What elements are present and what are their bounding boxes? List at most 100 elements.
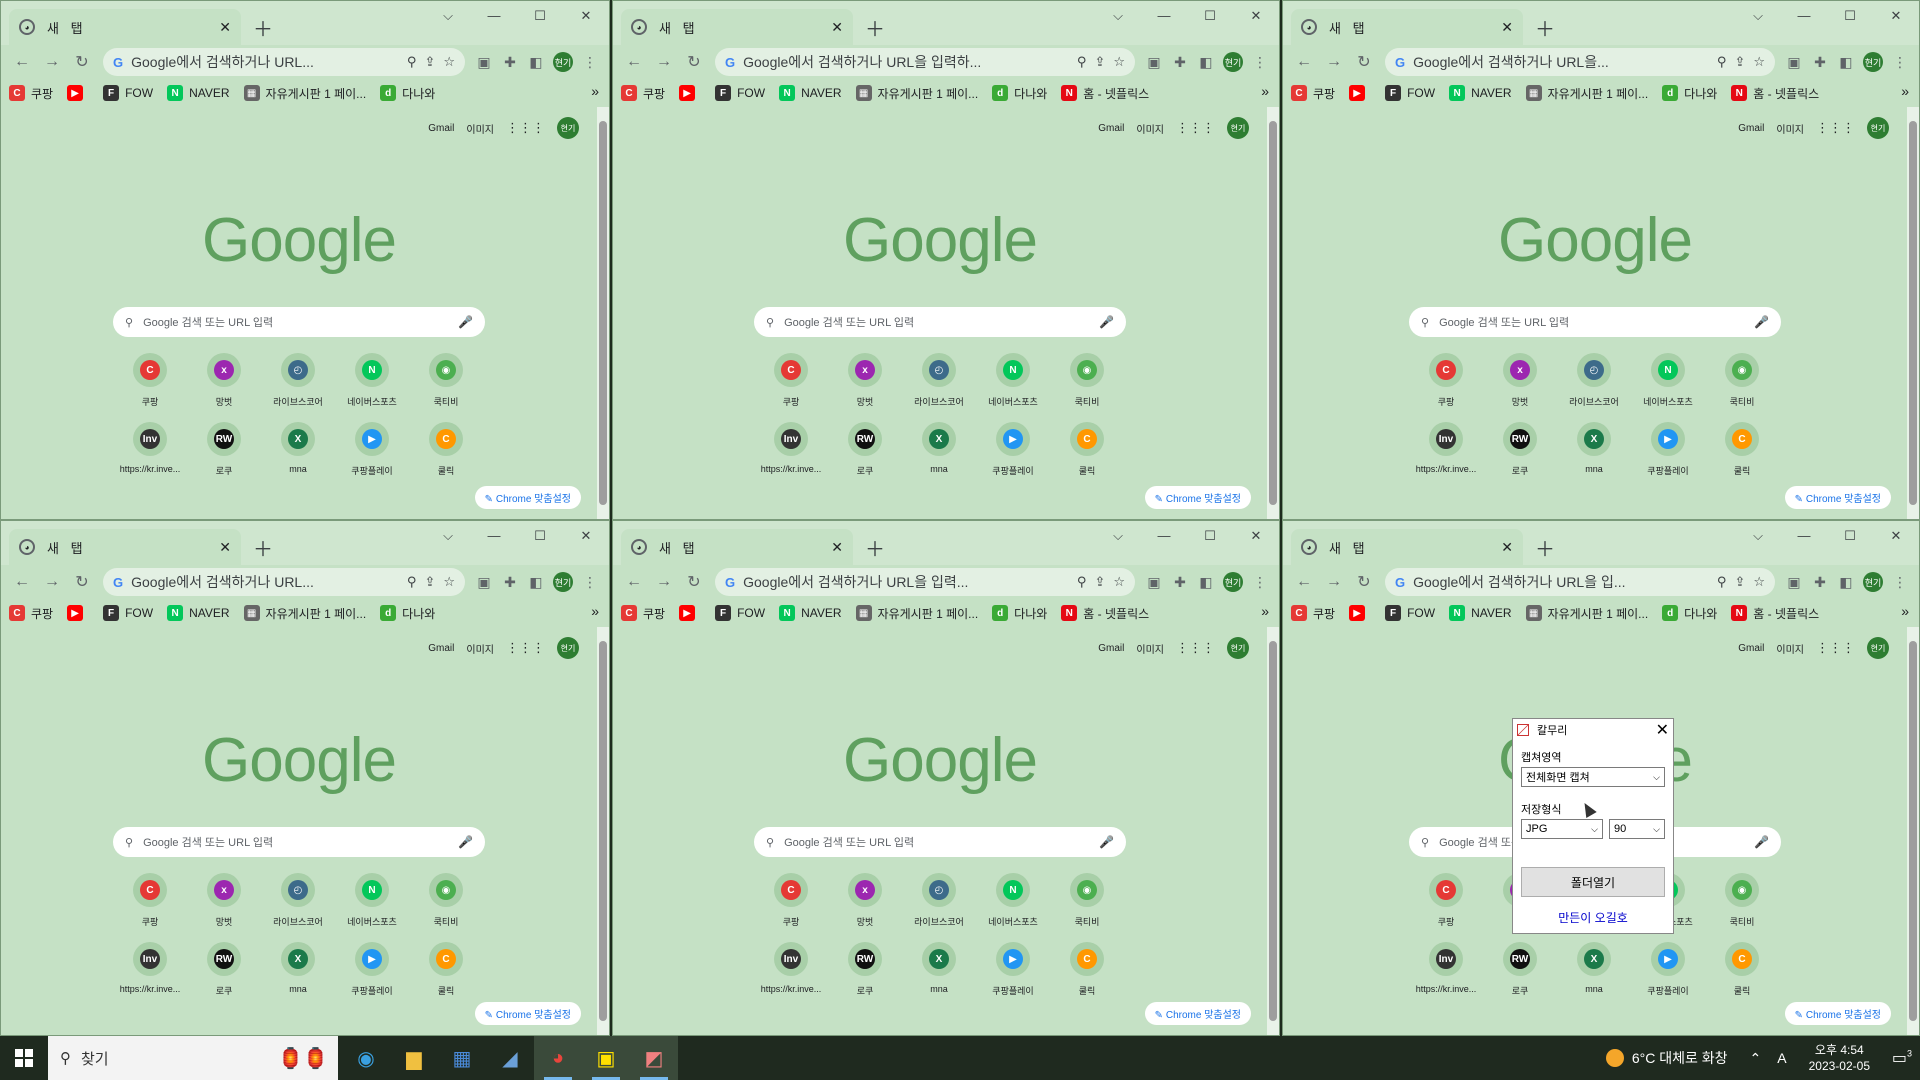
shortcut-tile[interactable]: N 네이버스포츠 (1631, 353, 1705, 408)
scrollbar-thumb[interactable] (599, 121, 607, 505)
back-icon[interactable]: ← (7, 53, 37, 71)
search-input[interactable]: ⚲ Google 검색 또는 URL 입력 🎤 (754, 307, 1126, 337)
shortcut-tile[interactable]: ▶ 쿠팡플레이 (335, 422, 409, 477)
chevron-down-icon[interactable]: ⌵ (1095, 521, 1141, 551)
star-icon[interactable]: ☆ (1113, 574, 1125, 590)
scrollbar[interactable] (1267, 627, 1279, 1035)
bookmark-item[interactable]: C 쿠팡 (1291, 605, 1335, 622)
microphone-icon[interactable]: 🎤 (458, 835, 473, 849)
side-panel-icon[interactable]: ◧ (1193, 574, 1219, 591)
bookmark-item[interactable]: ▦ 자유게시판 1 페이... (1525, 85, 1648, 102)
extension-app-icon[interactable]: ▣ (471, 54, 497, 71)
bookmark-item[interactable]: d 다나와 (1662, 605, 1717, 622)
apps-grid-icon[interactable]: ⋮⋮⋮ (506, 640, 545, 656)
close-window-button[interactable]: ✕ (1873, 1, 1919, 31)
shortcut-tile[interactable]: X mna (261, 942, 335, 997)
address-bar[interactable]: G Google에서 검색하거나 URL... ⚲ ⇪ ☆ (103, 568, 465, 596)
forward-icon[interactable]: → (1319, 573, 1349, 591)
profile-avatar[interactable]: 현기 (553, 572, 573, 592)
menu-icon[interactable]: ⋮ (577, 574, 603, 591)
profile-avatar[interactable]: 현기 (1863, 572, 1883, 592)
edge-taskbar-icon[interactable]: ◉ (342, 1036, 390, 1080)
shortcut-tile[interactable]: x 망벗 (828, 873, 902, 928)
capture-titlebar[interactable]: 칼무리 ✕ (1513, 719, 1673, 741)
shortcut-tile[interactable]: C 쿨릭 (1705, 422, 1779, 477)
bookmark-item[interactable]: C 쿠팡 (1291, 85, 1335, 102)
close-window-button[interactable]: ✕ (1233, 1, 1279, 31)
new-tab-button[interactable]: ＋ (253, 533, 273, 562)
scrollbar[interactable] (1907, 627, 1919, 1035)
shortcut-tile[interactable]: ◉ 쿡티비 (1705, 353, 1779, 408)
maximize-button[interactable]: ☐ (1187, 521, 1233, 551)
bookmark-item[interactable]: N 홈 - 넷플릭스 (1731, 605, 1819, 622)
shortcut-tile[interactable]: C 쿠팡 (754, 873, 828, 928)
share-icon[interactable]: ⇪ (1734, 574, 1745, 590)
close-window-button[interactable]: ✕ (1873, 521, 1919, 551)
side-panel-icon[interactable]: ◧ (1833, 54, 1859, 71)
scrollbar[interactable] (597, 627, 609, 1035)
zoom-icon[interactable]: ⚲ (1077, 54, 1087, 70)
gmail-link[interactable]: Gmail (1098, 123, 1124, 134)
maximize-button[interactable]: ☐ (1187, 1, 1233, 31)
close-tab-icon[interactable]: ✕ (219, 539, 231, 556)
address-bar[interactable]: G Google에서 검색하거나 URL... ⚲ ⇪ ☆ (103, 48, 465, 76)
close-tab-icon[interactable]: ✕ (831, 539, 843, 556)
microphone-icon[interactable]: 🎤 (458, 315, 473, 329)
shortcut-tile[interactable]: C 쿨릭 (1050, 422, 1124, 477)
minimize-button[interactable]: — (1141, 1, 1187, 31)
shortcut-tile[interactable]: x 망벗 (828, 353, 902, 408)
bookmark-item[interactable]: N 홈 - 넷플릭스 (1731, 85, 1819, 102)
minimize-button[interactable]: — (471, 521, 517, 551)
browser-window[interactable]: ◕ 새 탭 ✕ ＋ ⌵ — ☐ ✕ ← → ↻ G Google에서 검색하거나… (612, 0, 1280, 520)
shortcut-tile[interactable]: C 쿨릭 (1050, 942, 1124, 997)
apps-grid-icon[interactable]: ⋮⋮⋮ (506, 120, 545, 136)
chevron-right-icon[interactable]: » (1901, 83, 1909, 99)
star-icon[interactable]: ☆ (1113, 54, 1125, 70)
forward-icon[interactable]: → (1319, 53, 1349, 71)
forward-icon[interactable]: → (649, 573, 679, 591)
chevron-down-icon[interactable]: ⌵ (1735, 521, 1781, 551)
bookmark-item[interactable]: N NAVER (167, 85, 230, 101)
shortcut-tile[interactable]: Inv https://kr.inve... (754, 942, 828, 997)
close-window-button[interactable]: ✕ (563, 1, 609, 31)
zoom-icon[interactable]: ⚲ (1717, 54, 1727, 70)
scrollbar[interactable] (1267, 107, 1279, 519)
customize-chrome-button[interactable]: ✎ Chrome 맞춤설정 (474, 486, 581, 509)
shortcut-tile[interactable]: ▶ 쿠팡플레이 (976, 422, 1050, 477)
bookmark-item[interactable]: ▶ (1349, 85, 1371, 101)
search-input[interactable]: ⚲ Google 검색 또는 URL 입력 🎤 (113, 307, 485, 337)
star-icon[interactable]: ☆ (1753, 54, 1765, 70)
shortcut-tile[interactable]: Inv https://kr.inve... (1409, 422, 1483, 477)
start-button[interactable] (0, 1036, 48, 1080)
chevron-right-icon[interactable]: » (1261, 83, 1269, 99)
shortcut-tile[interactable]: C 쿠팡 (1409, 353, 1483, 408)
avatar[interactable]: 현기 (1227, 117, 1249, 139)
avatar[interactable]: 현기 (557, 117, 579, 139)
ime-indicator[interactable]: A (1777, 1050, 1786, 1066)
shortcut-tile[interactable]: X mna (1557, 942, 1631, 997)
search-input[interactable]: ⚲ Google 검색 또는 URL 입력 🎤 (113, 827, 485, 857)
window-titlebar[interactable]: ◕ 새 탭 ✕ ＋ ⌵ — ☐ ✕ (1, 1, 609, 45)
extension-app-icon[interactable]: ▣ (1141, 54, 1167, 71)
profile-avatar[interactable]: 현기 (1223, 52, 1243, 72)
shortcut-tile[interactable]: ▶ 쿠팡플레이 (1631, 942, 1705, 997)
bookmark-item[interactable]: d 다나와 (992, 605, 1047, 622)
avatar[interactable]: 현기 (1227, 637, 1249, 659)
shortcut-tile[interactable]: Inv https://kr.inve... (113, 422, 187, 477)
shortcut-tile[interactable]: ▶ 쿠팡플레이 (1631, 422, 1705, 477)
browser-window[interactable]: ◕ 새 탭 ✕ ＋ ⌵ — ☐ ✕ ← → ↻ G Google에서 검색하거나… (612, 520, 1280, 1036)
profile-avatar[interactable]: 현기 (553, 52, 573, 72)
bookmark-item[interactable]: d 다나와 (380, 85, 435, 102)
menu-icon[interactable]: ⋮ (577, 54, 603, 71)
shortcut-tile[interactable]: C 쿠팡 (113, 873, 187, 928)
scrollbar-thumb[interactable] (1269, 121, 1277, 505)
shortcut-tile[interactable]: ◉ 쿡티비 (409, 353, 483, 408)
window-titlebar[interactable]: ◕ 새 탭 ✕ ＋ ⌵ — ☐ ✕ (1283, 1, 1919, 45)
bookmark-item[interactable]: F FOW (103, 85, 153, 101)
bookmark-item[interactable]: d 다나와 (380, 605, 435, 622)
shortcut-tile[interactable]: C 쿨릭 (409, 942, 483, 997)
notification-button[interactable]: ▭3 (1884, 1048, 1920, 1068)
reload-icon[interactable]: ↻ (67, 52, 97, 72)
address-bar[interactable]: G Google에서 검색하거나 URL을 입... ⚲ ⇪ ☆ (1385, 568, 1775, 596)
puzzle-icon[interactable]: ✚ (1807, 54, 1833, 71)
